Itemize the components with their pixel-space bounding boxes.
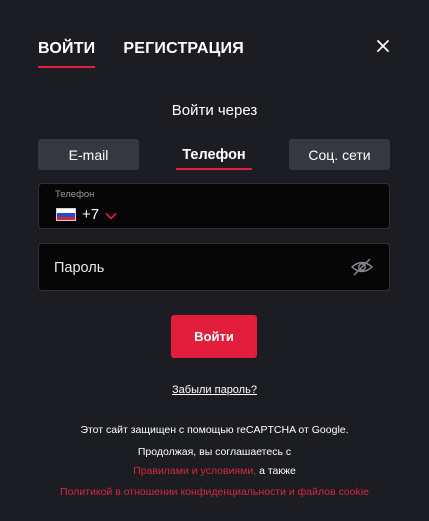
auth-tabs: ВОЙТИ РЕГИСТРАЦИЯ	[38, 40, 244, 68]
country-code: +7	[82, 206, 100, 223]
phone-input[interactable]	[123, 202, 373, 226]
tab-login[interactable]: ВОЙТИ	[38, 40, 96, 68]
recaptcha-notice: Этот сайт защищен с помощью reCAPTCHA от…	[80, 424, 349, 436]
password-field[interactable]	[38, 243, 390, 291]
method-email-button[interactable]: E-mail	[38, 139, 139, 170]
login-submit-button[interactable]: Войти	[171, 315, 257, 358]
password-input[interactable]	[54, 256, 334, 280]
method-phone-button[interactable]: Телефон	[176, 139, 252, 170]
tab-register[interactable]: РЕГИСТРАЦИЯ	[123, 40, 244, 68]
chevron-down-icon[interactable]	[105, 208, 117, 220]
eye-slash-icon[interactable]	[350, 257, 374, 277]
privacy-policy-link[interactable]: Политикой в отношении конфиденциальности…	[60, 486, 369, 498]
russia-flag-icon	[56, 208, 76, 221]
terms-link[interactable]: Правилами и условиями,	[133, 465, 256, 477]
login-method-selector: E-mail Телефон Соц. сети	[38, 139, 390, 171]
close-icon[interactable]	[374, 37, 392, 55]
forgot-password-link[interactable]: Забыли пароль?	[0, 384, 429, 396]
and-also-text: а также	[256, 465, 296, 477]
phone-field-label: Телефон	[55, 189, 95, 200]
method-social-button[interactable]: Соц. сети	[289, 139, 390, 170]
phone-field[interactable]: Телефон +7	[38, 183, 390, 229]
terms-line: Правилами и условиями, а также	[0, 465, 429, 477]
agreement-text: Продолжая, вы соглашаетесь с	[137, 446, 292, 458]
privacy-line: Политикой в отношении конфиденциальности…	[0, 486, 429, 498]
login-via-heading: Войти через	[171, 102, 258, 119]
login-modal: ВОЙТИ РЕГИСТРАЦИЯ Войти через E-mail Тел…	[0, 0, 429, 521]
